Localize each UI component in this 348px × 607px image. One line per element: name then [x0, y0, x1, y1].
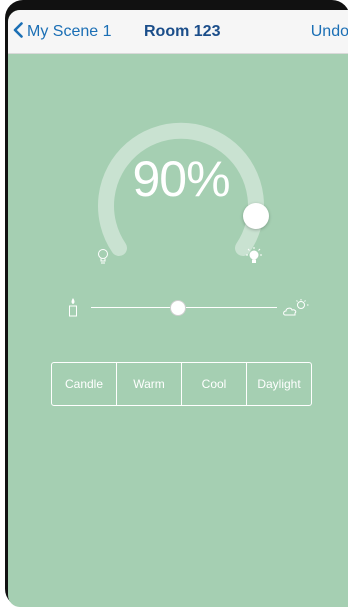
chevron-left-icon: [13, 21, 27, 43]
candle-icon: [67, 297, 79, 322]
undo-button[interactable]: Undo: [311, 23, 348, 41]
preset-cool-button[interactable]: Cool: [181, 363, 246, 405]
color-temperature-slider[interactable]: [63, 295, 338, 325]
brightness-value: 90%: [132, 151, 230, 207]
preset-candle-button[interactable]: Candle: [52, 363, 116, 405]
bulb-off-icon: [96, 248, 110, 271]
app-screen: My Scene 1 Room 123 Undo 90% Candle Warm…: [8, 10, 348, 607]
slider-thumb[interactable]: [170, 300, 186, 316]
sun-cloud-icon: [283, 299, 309, 322]
back-label: My Scene 1: [27, 23, 112, 40]
preset-segmented-control: Candle Warm Cool Daylight: [51, 362, 312, 406]
brightness-knob[interactable]: [243, 203, 269, 229]
bulb-on-icon: [243, 246, 265, 273]
preset-daylight-button[interactable]: Daylight: [246, 363, 311, 405]
page-title: Room 123: [144, 23, 221, 40]
navigation-bar: My Scene 1 Room 123 Undo: [8, 10, 348, 54]
preset-warm-button[interactable]: Warm: [116, 363, 181, 405]
back-button[interactable]: My Scene 1: [13, 21, 111, 43]
